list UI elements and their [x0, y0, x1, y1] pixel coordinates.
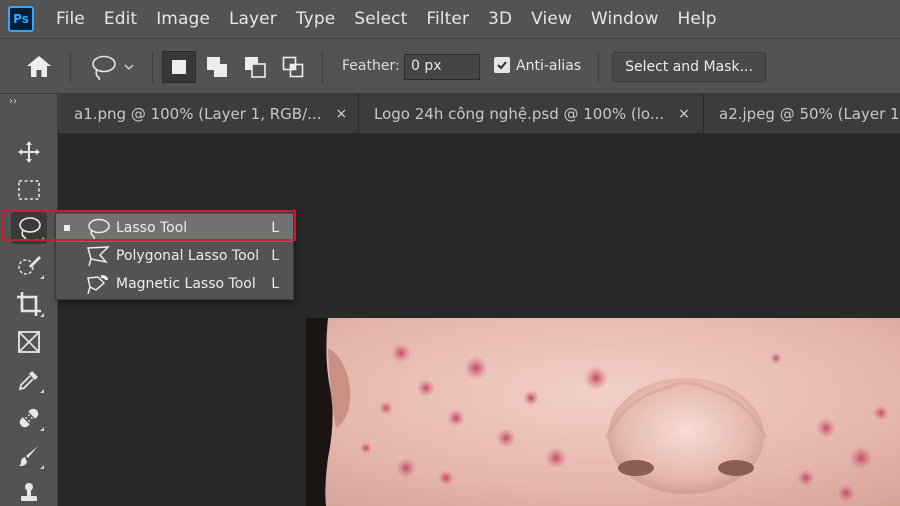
collapse-panel-icon[interactable]: ››	[9, 96, 17, 107]
document-tabs: a1.png @ 100% (Layer 1, RGB/... × Logo 2…	[58, 94, 900, 134]
chevron-down-icon	[124, 64, 134, 71]
clone-stamp-tool[interactable]	[11, 478, 47, 506]
tool-group-indicator	[40, 275, 44, 279]
tool-group-indicator	[40, 313, 44, 317]
flyout-item-polygonal-lasso-tool[interactable]: Polygonal Lasso Tool L	[56, 242, 293, 270]
feather-input[interactable]: 0 px	[404, 54, 480, 80]
options-divider	[70, 51, 71, 83]
tab-label: a1.png @ 100% (Layer 1, RGB/...	[74, 105, 322, 123]
menu-type[interactable]: Type	[296, 9, 335, 29]
eyedropper-icon	[18, 371, 38, 391]
menu-3d[interactable]: 3D	[488, 9, 512, 29]
feather-label: Feather:	[342, 58, 400, 74]
face-photo	[306, 318, 900, 506]
menu-help[interactable]: Help	[678, 9, 717, 29]
flyout-item-label: Polygonal Lasso Tool	[116, 248, 260, 264]
move-icon	[18, 141, 40, 163]
brush-icon	[19, 446, 38, 467]
home-icon	[27, 56, 51, 77]
tool-preset-picker[interactable]	[88, 53, 142, 81]
eyedropper-tool[interactable]	[11, 364, 47, 396]
tab-logo-psd[interactable]: Logo 24h công nghệ.psd @ 100% (lo... ×	[374, 94, 704, 134]
tool-group-indicator	[40, 465, 44, 469]
menu-file[interactable]: File	[56, 9, 85, 29]
healing-brush-tool[interactable]	[11, 402, 47, 434]
crop-icon	[17, 292, 41, 316]
stamp-icon	[21, 483, 37, 501]
intersect-selection-button[interactable]	[276, 51, 310, 83]
anti-alias-checkbox[interactable]	[494, 57, 510, 73]
polygonal-lasso-icon	[87, 246, 110, 267]
frame-icon	[18, 331, 40, 353]
home-button[interactable]	[24, 54, 54, 80]
quick-selection-tool[interactable]	[11, 250, 47, 282]
flyout-item-label: Lasso Tool	[116, 220, 188, 236]
tool-group-indicator	[40, 389, 44, 393]
flyout-item-label: Magnetic Lasso Tool	[116, 276, 256, 292]
menu-edit[interactable]: Edit	[104, 9, 137, 29]
crop-tool[interactable]	[11, 288, 47, 320]
anti-alias-label: Anti-alias	[516, 58, 582, 74]
document-image[interactable]	[306, 318, 900, 506]
tool-group-indicator	[40, 237, 44, 241]
magnetic-lasso-icon	[87, 275, 108, 295]
close-icon[interactable]: ×	[678, 106, 690, 122]
move-tool[interactable]	[11, 136, 47, 168]
new-selection-icon	[172, 60, 186, 74]
flyout-item-shortcut: L	[271, 276, 279, 292]
menu-image[interactable]: Image	[156, 9, 210, 29]
menu-layer[interactable]: Layer	[229, 9, 277, 29]
new-selection-button[interactable]	[162, 51, 196, 83]
flyout-item-magnetic-lasso-tool[interactable]: Magnetic Lasso Tool L	[56, 270, 293, 298]
tab-label: a2.jpeg @ 50% (Layer 1,	[719, 105, 900, 123]
tab-divider	[358, 94, 359, 134]
lasso-tool[interactable]	[11, 212, 47, 244]
options-bar: Feather: 0 px Anti-alias Select and Mask…	[0, 38, 900, 94]
menu-view[interactable]: View	[531, 9, 572, 29]
lasso-icon	[88, 218, 110, 239]
flyout-item-lasso-tool[interactable]: Lasso Tool L	[56, 214, 293, 242]
bandage-icon	[19, 408, 39, 428]
lasso-icon	[19, 217, 41, 241]
tools-panel: ››	[0, 94, 58, 506]
rectangular-marquee-tool[interactable]	[11, 174, 47, 206]
options-divider	[598, 51, 599, 83]
add-to-selection-button[interactable]	[200, 51, 234, 83]
menu-bar: Ps File Edit Image Layer Type Select Fil…	[0, 0, 900, 38]
photoshop-logo: Ps	[8, 6, 34, 32]
tab-a2-jpeg[interactable]: a2.jpeg @ 50% (Layer 1,	[719, 94, 900, 134]
tab-a1-png[interactable]: a1.png @ 100% (Layer 1, RGB/... ×	[74, 94, 359, 134]
selected-bullet-icon	[64, 225, 70, 231]
flyout-item-shortcut: L	[271, 220, 279, 236]
menu-window[interactable]: Window	[591, 9, 659, 29]
add-to-selection-icon	[207, 57, 227, 77]
lasso-icon	[92, 55, 134, 81]
subtract-from-selection-button[interactable]	[238, 51, 272, 83]
quick-selection-icon	[18, 256, 41, 275]
tool-group-indicator	[40, 427, 44, 431]
menu-filter[interactable]: Filter	[426, 9, 469, 29]
menu-select[interactable]: Select	[354, 9, 407, 29]
options-divider	[152, 51, 153, 83]
close-icon[interactable]: ×	[335, 106, 347, 122]
checkmark-icon	[497, 61, 507, 70]
options-divider	[322, 51, 323, 83]
frame-tool[interactable]	[11, 326, 47, 358]
flyout-item-shortcut: L	[271, 248, 279, 264]
lasso-tool-flyout: Lasso Tool L Polygonal Lasso Tool L Magn…	[55, 212, 294, 300]
subtract-from-selection-icon	[245, 57, 266, 78]
marquee-icon	[18, 180, 40, 200]
tab-divider	[703, 94, 704, 134]
select-and-mask-button[interactable]: Select and Mask...	[612, 52, 766, 82]
brush-tool[interactable]	[11, 440, 47, 472]
tab-label: Logo 24h công nghệ.psd @ 100% (lo...	[374, 105, 665, 123]
intersect-selection-icon	[282, 56, 304, 78]
